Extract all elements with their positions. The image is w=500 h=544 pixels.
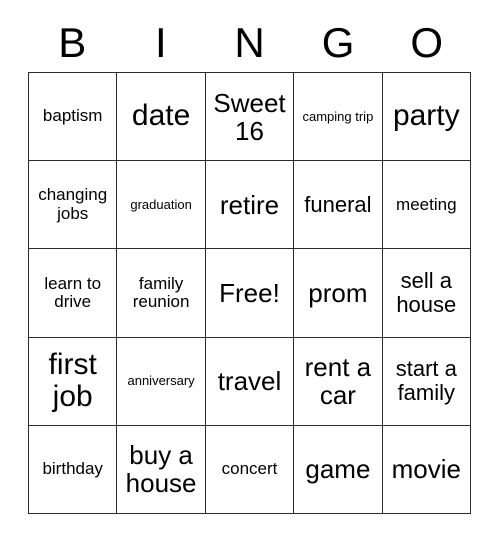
bingo-cell-label: start a family <box>395 356 457 406</box>
bingo-cell[interactable]: camping trip <box>294 73 383 162</box>
bingo-cell[interactable]: changing jobs <box>29 161 118 250</box>
bingo-cell-label: camping trip <box>302 108 374 124</box>
bingo-cell[interactable]: party <box>382 73 471 162</box>
bingo-cell-label: funeral <box>304 191 372 217</box>
bingo-cell-label: movie <box>391 454 461 485</box>
bingo-cell[interactable]: meeting <box>382 161 471 250</box>
bingo-cell-label: sell a house <box>396 268 457 317</box>
bingo-cell-label: birthday <box>42 459 103 479</box>
bingo-cell-label: meeting <box>396 194 457 214</box>
bingo-grid: baptism date Sweet 16 camping trip party chan… <box>28 72 471 514</box>
bingo-card: B I N G O baptism date Sweet 16 camping tri… <box>0 0 500 544</box>
bingo-header-letter-g: G <box>294 14 383 72</box>
bingo-cell-label: rent a car <box>304 352 372 411</box>
bingo-cell-label: party <box>392 99 460 133</box>
bingo-cell-label: baptism <box>42 106 103 126</box>
bingo-cell[interactable]: concert <box>205 425 295 514</box>
bingo-cell-label: concert <box>221 459 278 479</box>
bingo-cell[interactable]: movie <box>382 425 471 514</box>
bingo-header-letter-i: I <box>117 14 206 72</box>
header-letter-text: N <box>234 19 265 66</box>
bingo-cell[interactable]: anniversary <box>117 337 206 426</box>
bingo-header-letter-n: N <box>205 14 294 72</box>
bingo-header-letter-b: B <box>28 14 117 72</box>
bingo-cell-label: buy a house <box>125 440 197 499</box>
bingo-cell[interactable]: family reunion <box>117 249 206 338</box>
bingo-cell[interactable]: game <box>294 425 383 514</box>
bingo-cell[interactable]: travel <box>205 337 295 426</box>
bingo-cell[interactable]: first job <box>29 337 118 426</box>
bingo-cell-label: prom <box>308 277 368 308</box>
bingo-cell-label: game <box>305 454 371 485</box>
bingo-cell-label: learn to drive <box>44 273 102 311</box>
header-letter-text: B <box>58 19 87 66</box>
bingo-cell[interactable]: graduation <box>117 161 206 250</box>
bingo-cell[interactable]: buy a house <box>117 425 206 514</box>
bingo-cell[interactable]: Free! <box>205 249 295 338</box>
header-letter-text: O <box>410 19 443 66</box>
bingo-cell-label: changing jobs <box>38 185 108 223</box>
bingo-cell-label: Sweet 16 <box>213 87 286 146</box>
header-letter-text: I <box>155 19 167 66</box>
bingo-cell-label: date <box>131 99 191 133</box>
bingo-cell[interactable]: prom <box>294 249 383 338</box>
bingo-cell-label: graduation <box>130 196 192 212</box>
bingo-cell[interactable]: learn to drive <box>29 249 118 338</box>
bingo-header-row: B I N G O <box>28 14 471 72</box>
bingo-cell-label: retire <box>219 189 280 220</box>
bingo-cell[interactable]: Sweet 16 <box>205 73 295 162</box>
bingo-cell-label: family reunion <box>132 273 190 311</box>
bingo-cell-label: travel <box>217 366 282 397</box>
bingo-header-letter-o: O <box>382 14 471 72</box>
bingo-cell[interactable]: rent a car <box>294 337 383 426</box>
bingo-cell-label: first job <box>48 347 97 414</box>
bingo-cell[interactable]: sell a house <box>382 249 471 338</box>
bingo-cell[interactable]: start a family <box>382 337 471 426</box>
bingo-cell[interactable]: funeral <box>294 161 383 250</box>
header-letter-text: G <box>321 19 355 66</box>
bingo-cell-label: Free! <box>219 277 280 308</box>
bingo-cell[interactable]: retire <box>205 161 295 250</box>
bingo-cell-label: anniversary <box>127 373 195 389</box>
bingo-cell[interactable]: date <box>117 73 206 162</box>
bingo-cell[interactable]: birthday <box>29 425 118 514</box>
bingo-cell[interactable]: baptism <box>29 73 118 162</box>
